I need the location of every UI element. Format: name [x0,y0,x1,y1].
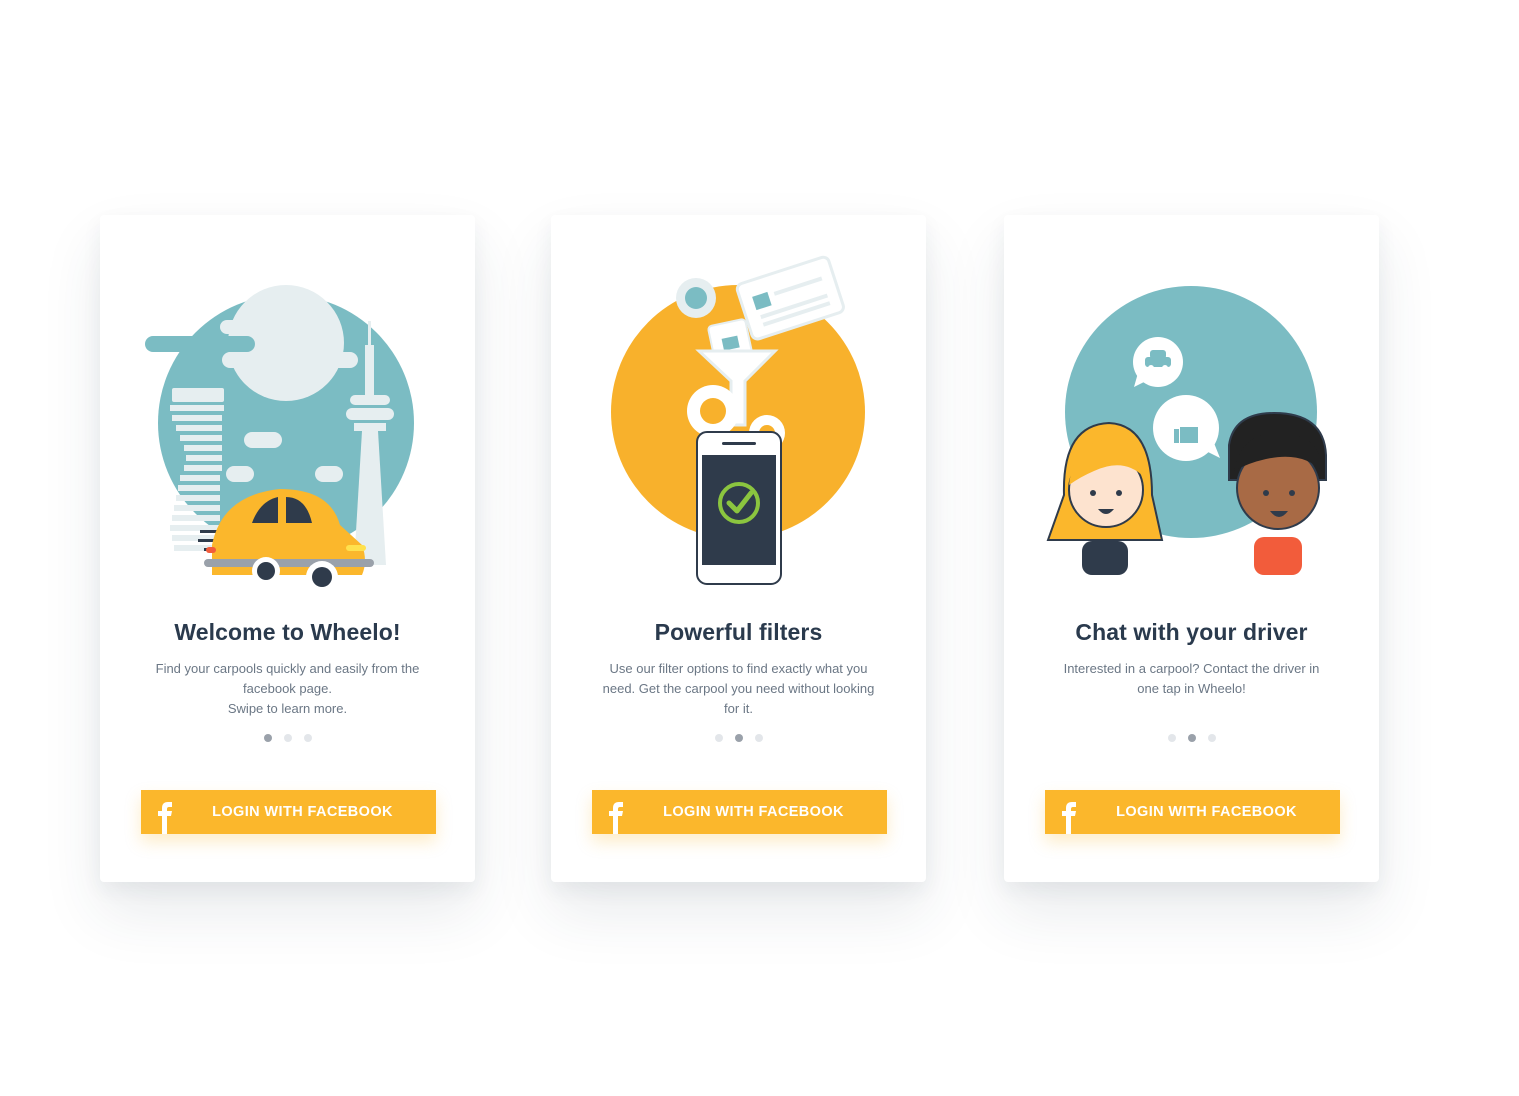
onboarding-card-filters: Powerful filters Use our filter options … [551,215,926,882]
card-title: Powerful filters [654,619,823,645]
page-indicator [551,734,926,742]
login-with-facebook-button[interactable]: LOGIN WITH FACEBOOK [141,790,436,834]
page-dot-1[interactable] [263,734,272,742]
page-indicator [1004,734,1379,742]
card-title: Welcome to Wheelo! [174,619,401,645]
login-with-facebook-button[interactable]: LOGIN WITH FACEBOOK [592,790,887,834]
city-car-illustration [145,285,414,593]
card-title: Chat with your driver [1075,619,1308,645]
card-description: Interested in a carpool? Contact the dri… [1063,661,1320,696]
filter-phone-illustration [611,255,865,585]
card-description: Find your carpools quickly and easily fr… [155,661,420,716]
page-indicator [100,734,475,742]
page-dot-3[interactable] [303,734,312,742]
page-dot-2[interactable] [734,734,743,742]
page-dot-1[interactable] [714,734,723,742]
login-with-facebook-label: LOGIN WITH FACEBOOK [212,804,393,820]
page-dot-2[interactable] [1187,734,1196,742]
login-with-facebook-label: LOGIN WITH FACEBOOK [663,804,844,820]
page-dot-3[interactable] [1207,734,1216,742]
login-with-facebook-label: LOGIN WITH FACEBOOK [1116,804,1297,820]
page-dot-1[interactable] [1167,734,1176,742]
login-with-facebook-button[interactable]: LOGIN WITH FACEBOOK [1045,790,1340,834]
card-description: Use our filter options to find exactly w… [602,661,875,716]
page-dot-2[interactable] [283,734,292,742]
onboarding-card-welcome: Welcome to Wheelo! Find your carpools qu… [100,215,475,882]
onboarding-card-chat: Chat with your driver Interested in a ca… [1004,215,1379,882]
page-dot-3[interactable] [754,734,763,742]
chat-people-illustration [1046,286,1327,575]
